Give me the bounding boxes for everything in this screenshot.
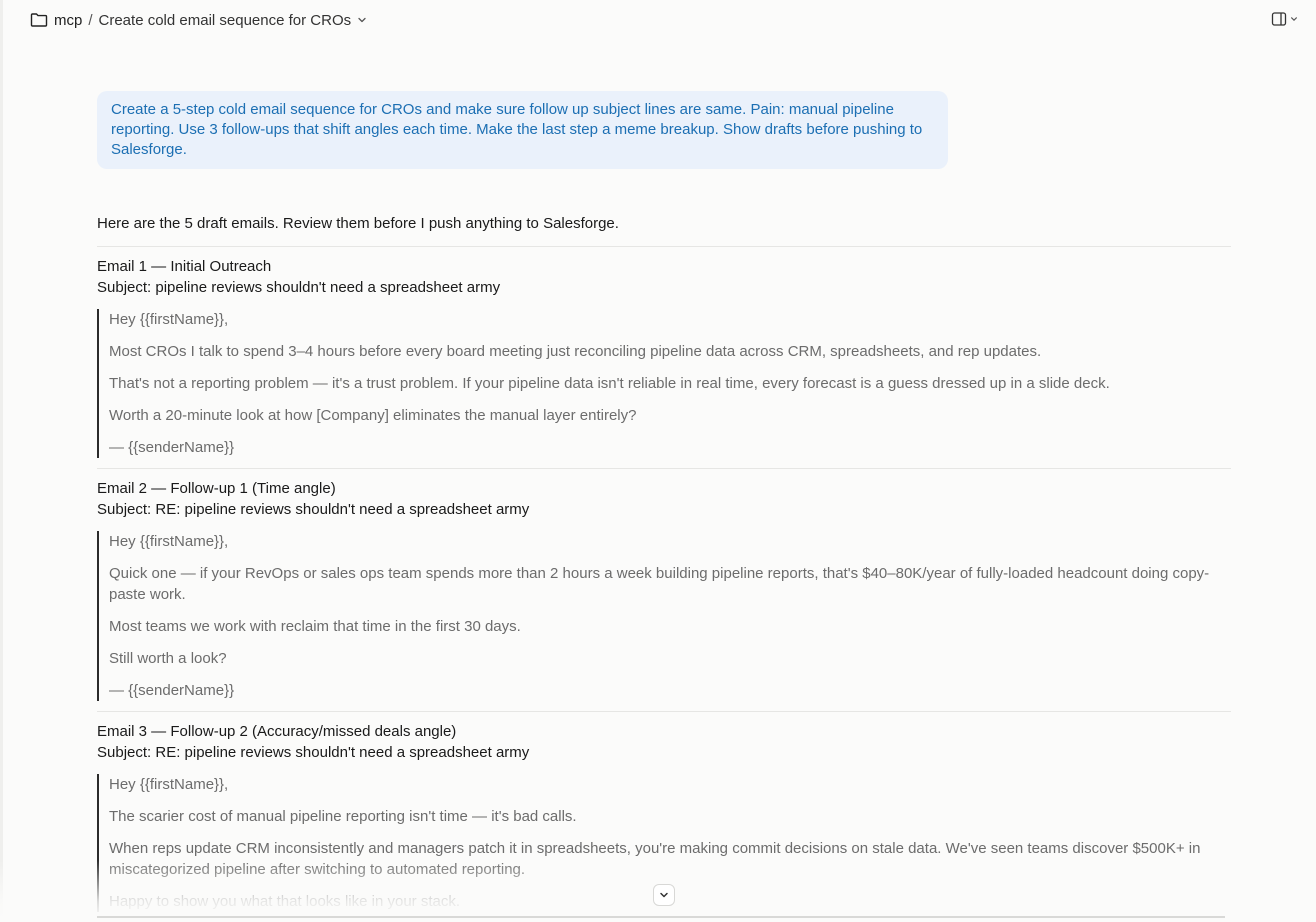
email-line: The scarier cost of manual pipeline repo…: [109, 808, 577, 825]
email-line: Hey {{firstName}},: [109, 776, 229, 793]
email-line: Quick one — if your RevOps or sales ops …: [109, 565, 1210, 603]
email-line: — {{senderName}}: [109, 682, 235, 699]
user-prompt-text: Create a 5-step cold email sequence for …: [111, 101, 923, 158]
email-subject: Subject: RE: pipeline reviews shouldn't …: [97, 744, 530, 761]
email-heading: Email 2 — Follow-up 1 (Time angle): [97, 480, 336, 497]
assistant-response: Here are the 5 draft emails. Review them…: [97, 213, 1231, 922]
email-line: Still worth a look?: [109, 650, 227, 667]
email-body: Hey {{firstName}}, Quick one — if your R…: [97, 531, 1231, 701]
email-line: When reps update CRM inconsistently and …: [109, 840, 1201, 878]
email-draft-1: Email 1 — Initial Outreach Subject: pipe…: [97, 256, 1231, 468]
email-line: Hey {{firstName}},: [109, 311, 229, 328]
user-prompt-bubble: Create a 5-step cold email sequence for …: [97, 91, 948, 169]
folder-icon: [30, 13, 48, 27]
sidebar-panel-icon: [1271, 12, 1287, 26]
toggle-panel-button[interactable]: [1271, 11, 1298, 27]
divider: [97, 711, 1231, 712]
email-line: Most CROs I talk to spend 3–4 hours befo…: [109, 343, 1042, 360]
email-subject: Subject: RE: pipeline reviews shouldn't …: [97, 501, 530, 518]
chevron-down-icon[interactable]: [357, 15, 367, 25]
email-draft-2: Email 2 — Follow-up 1 (Time angle) Subje…: [97, 478, 1231, 711]
divider: [97, 468, 1231, 469]
email-line: Hey {{firstName}},: [109, 533, 229, 550]
email-line: — {{senderName}}: [109, 439, 235, 456]
project-link[interactable]: mcp: [54, 12, 82, 29]
breadcrumb: mcp / Create cold email sequence for CRO…: [30, 10, 367, 30]
email-subject: Subject: pipeline reviews shouldn't need…: [97, 279, 501, 296]
top-bar: mcp / Create cold email sequence for CRO…: [0, 0, 1316, 40]
email-line: That's not a reporting problem — it's a …: [109, 375, 1110, 392]
chevron-down-icon: [1291, 17, 1297, 21]
response-intro: Here are the 5 draft emails. Review them…: [97, 215, 619, 232]
divider: [97, 246, 1231, 247]
email-heading: Email 1 — Initial Outreach: [97, 258, 272, 275]
conversation-title[interactable]: Create cold email sequence for CROs: [99, 12, 352, 29]
chevron-down-icon: [660, 892, 668, 898]
email-body: Hey {{firstName}}, Most CROs I talk to s…: [97, 309, 1231, 458]
composer-top-edge: [97, 916, 1225, 918]
email-heading: Email 3 — Follow-up 2 (Accuracy/missed d…: [97, 723, 457, 740]
email-line: Most teams we work with reclaim that tim…: [109, 618, 521, 635]
left-edge-border: [0, 0, 3, 919]
email-line: Worth a 20-minute look at how [Company] …: [109, 407, 637, 424]
scroll-to-bottom-button[interactable]: [653, 884, 675, 906]
breadcrumb-separator: /: [88, 11, 93, 29]
